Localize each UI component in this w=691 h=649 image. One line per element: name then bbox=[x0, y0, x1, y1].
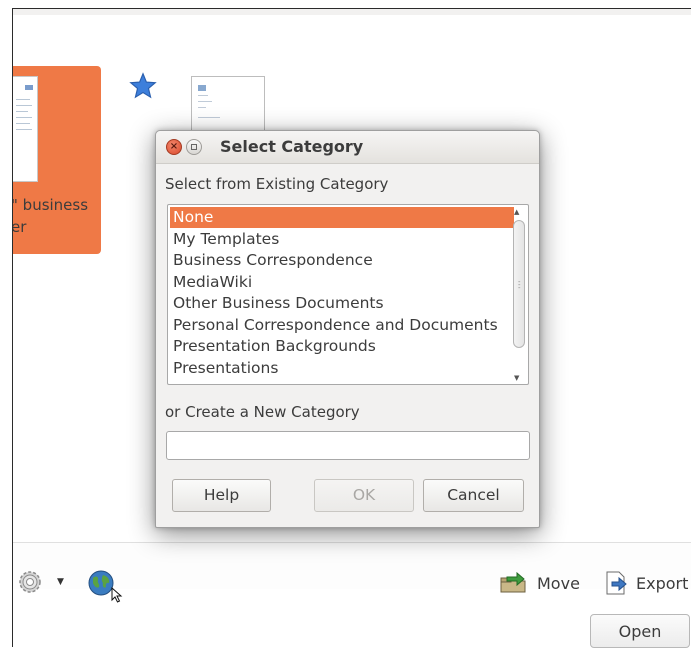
list-item[interactable]: Personal Correspondence and Documents bbox=[170, 315, 514, 336]
move-button[interactable]: Move bbox=[499, 569, 580, 597]
export-button[interactable]: Export bbox=[603, 569, 688, 597]
scroll-down-icon[interactable]: ▼ bbox=[514, 374, 519, 382]
existing-category-label: Select from Existing Category bbox=[165, 175, 389, 193]
chevron-down-icon[interactable]: ▼ bbox=[57, 577, 64, 587]
bottom-toolbar: ▼ Move Export bbox=[13, 542, 691, 603]
cursor-icon bbox=[111, 587, 123, 603]
list-item[interactable]: MediaWiki bbox=[170, 272, 514, 293]
tile-label-line1: " business bbox=[12, 196, 89, 214]
select-category-dialog: × Select Category Select from Existing C… bbox=[155, 130, 540, 528]
list-item[interactable]: Other Business Documents bbox=[170, 293, 514, 314]
new-category-input[interactable] bbox=[166, 431, 530, 460]
dialog-titlebar[interactable]: × Select Category bbox=[156, 131, 539, 164]
list-item[interactable]: Business Correspondence bbox=[170, 250, 514, 271]
scrollbar-thumb[interactable]: --- bbox=[513, 220, 525, 348]
list-item[interactable]: None bbox=[170, 207, 514, 228]
dialog-title: Select Category bbox=[220, 137, 364, 156]
tile-label-line2: er bbox=[12, 218, 27, 236]
ok-button[interactable]: OK bbox=[314, 479, 414, 512]
list-item[interactable]: Presentation Backgrounds bbox=[170, 336, 514, 357]
open-button[interactable]: Open bbox=[590, 614, 690, 648]
move-label: Move bbox=[537, 573, 580, 593]
scroll-up-icon[interactable]: ▲ bbox=[514, 208, 519, 216]
close-icon[interactable]: × bbox=[166, 139, 182, 155]
window-top-strip bbox=[13, 9, 691, 15]
cancel-button[interactable]: Cancel bbox=[423, 479, 524, 512]
list-item[interactable]: My Templates bbox=[170, 229, 514, 250]
template-tile-label: " business er bbox=[12, 194, 111, 238]
maximize-icon[interactable] bbox=[186, 139, 202, 155]
export-icon bbox=[606, 571, 627, 595]
help-button[interactable]: Help bbox=[172, 479, 271, 512]
move-icon bbox=[500, 572, 526, 593]
list-scrollbar[interactable]: ▲ --- ▼ bbox=[512, 207, 526, 382]
gear-icon[interactable] bbox=[17, 569, 43, 595]
star-icon[interactable] bbox=[129, 72, 157, 100]
new-category-label: or Create a New Category bbox=[165, 403, 360, 421]
export-label: Export bbox=[636, 573, 689, 593]
list-item[interactable]: Presentations bbox=[170, 358, 514, 379]
category-list[interactable]: None My Templates Business Correspondenc… bbox=[167, 204, 529, 385]
template-tile-selected[interactable]: " business er bbox=[13, 66, 101, 254]
template-thumbnail bbox=[13, 76, 38, 182]
